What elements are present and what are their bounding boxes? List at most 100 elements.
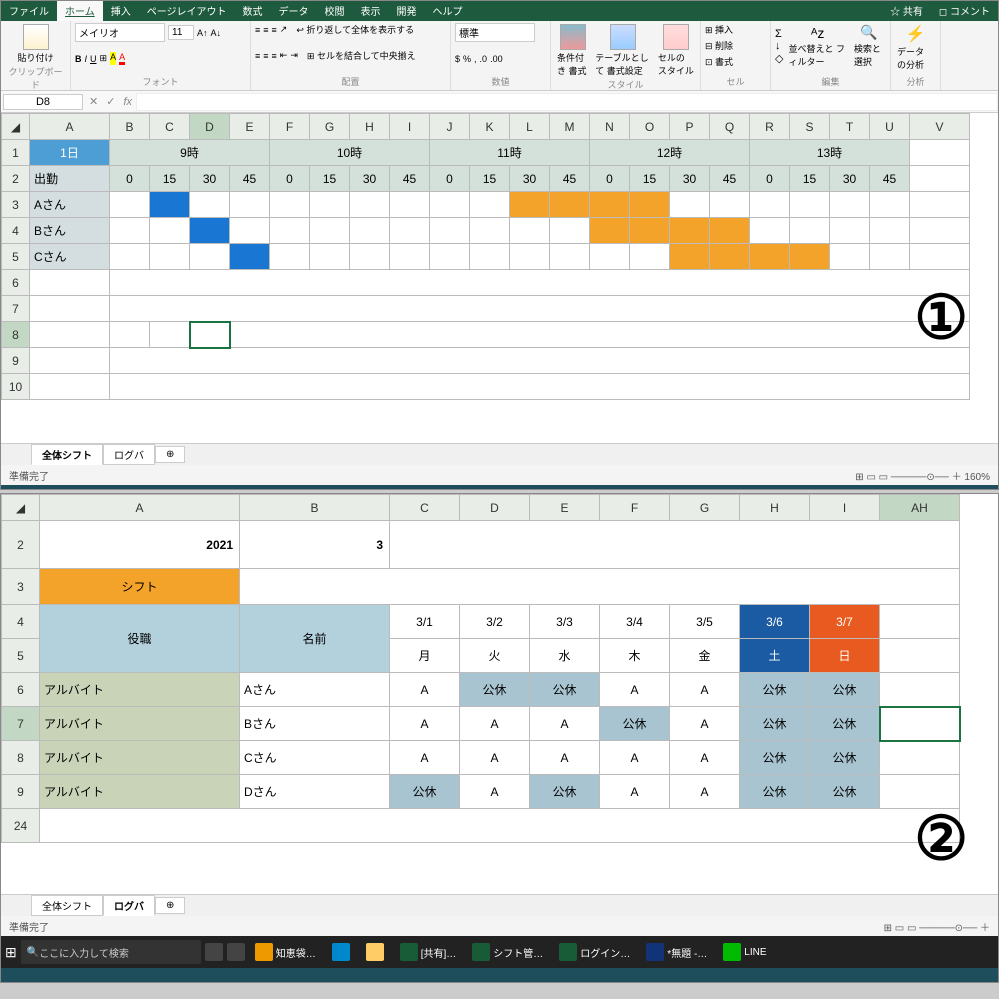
- col-header[interactable]: C: [150, 114, 190, 140]
- name-value[interactable]: Dさん: [240, 775, 390, 809]
- shift-block[interactable]: [590, 192, 630, 218]
- tab-page-layout[interactable]: ページレイアウト: [139, 1, 235, 21]
- off-cell[interactable]: 公休: [810, 673, 880, 707]
- minute-cell[interactable]: 45: [390, 166, 430, 192]
- task-view-icon[interactable]: [205, 943, 223, 961]
- date-cell-sun[interactable]: 3/7: [810, 605, 880, 639]
- taskbar-item[interactable]: [共有]…: [394, 941, 463, 963]
- row-header[interactable]: 7: [2, 296, 30, 322]
- col-header[interactable]: G: [670, 495, 740, 521]
- role-header[interactable]: 役職: [40, 605, 240, 673]
- row-header[interactable]: 3: [2, 192, 30, 218]
- taskbar-item[interactable]: *無題 -…: [640, 941, 713, 963]
- delete-cells-button[interactable]: ⊟ 削除: [705, 39, 733, 52]
- shift-cell[interactable]: A: [460, 741, 530, 775]
- shift-cell[interactable]: A: [530, 741, 600, 775]
- currency-icon[interactable]: $: [455, 54, 460, 64]
- hour-header[interactable]: 10時: [270, 140, 430, 166]
- number-format-select[interactable]: 標準: [455, 23, 535, 42]
- row-header[interactable]: 1: [2, 140, 30, 166]
- select-all-corner[interactable]: ◢: [2, 495, 40, 521]
- year-cell[interactable]: 2021: [40, 521, 240, 569]
- role-value[interactable]: アルバイト: [40, 741, 240, 775]
- col-header[interactable]: K: [470, 114, 510, 140]
- taskbar-item-edge[interactable]: [326, 941, 356, 963]
- align-left-icon[interactable]: ≡: [255, 51, 260, 61]
- col-header[interactable]: H: [350, 114, 390, 140]
- col-header[interactable]: E: [230, 114, 270, 140]
- col-header[interactable]: T: [830, 114, 870, 140]
- sheet-tab-zentai[interactable]: 全体シフト: [31, 444, 103, 465]
- off-cell[interactable]: 公休: [810, 707, 880, 741]
- active-cell[interactable]: [880, 707, 960, 741]
- off-cell[interactable]: 公休: [530, 775, 600, 809]
- name-value[interactable]: Cさん: [240, 741, 390, 775]
- find-select-button[interactable]: 🔍検索と 選択: [852, 23, 886, 69]
- name-box[interactable]: D8: [3, 94, 83, 110]
- row-header[interactable]: 24: [2, 809, 40, 843]
- comment-button[interactable]: ◻ コメント: [931, 1, 998, 21]
- tab-formulas[interactable]: 数式: [235, 1, 271, 21]
- taskbar-item[interactable]: シフト管…: [466, 941, 549, 963]
- new-sheet-button[interactable]: ⊕: [155, 897, 185, 914]
- app-icon[interactable]: [227, 943, 245, 961]
- indent-inc-icon[interactable]: ⇥: [290, 50, 298, 61]
- role-value[interactable]: アルバイト: [40, 707, 240, 741]
- shift-block[interactable]: [670, 218, 710, 244]
- minute-cell[interactable]: 45: [550, 166, 590, 192]
- off-cell[interactable]: 公休: [460, 673, 530, 707]
- col-header[interactable]: G: [310, 114, 350, 140]
- date-cell[interactable]: 3/1: [390, 605, 460, 639]
- shift-block[interactable]: [710, 218, 750, 244]
- month-cell[interactable]: 3: [240, 521, 390, 569]
- shift-heading[interactable]: シフト: [40, 569, 240, 605]
- shift-block[interactable]: [590, 218, 630, 244]
- row-header[interactable]: 2: [2, 166, 30, 192]
- taskbar-item[interactable]: ログイン…: [553, 941, 636, 963]
- col-header[interactable]: AH: [880, 495, 960, 521]
- cell-style-button[interactable]: セルの スタイル: [656, 23, 696, 78]
- indent-dec-icon[interactable]: ⇤: [280, 50, 288, 61]
- col-header[interactable]: P: [670, 114, 710, 140]
- col-header[interactable]: B: [240, 495, 390, 521]
- formula-input[interactable]: [136, 93, 998, 111]
- underline-button[interactable]: U: [90, 54, 97, 64]
- minute-cell[interactable]: 0: [270, 166, 310, 192]
- name-value[interactable]: Bさん: [240, 707, 390, 741]
- select-all-corner[interactable]: ◢: [2, 114, 30, 140]
- minute-cell[interactable]: 0: [430, 166, 470, 192]
- off-cell[interactable]: 公休: [390, 775, 460, 809]
- weekday-cell[interactable]: 火: [460, 639, 530, 673]
- shift-block[interactable]: [750, 244, 790, 270]
- enter-formula-icon[interactable]: ✓: [102, 95, 119, 108]
- orientation-icon[interactable]: ↗: [280, 24, 288, 35]
- row-header[interactable]: 6: [2, 673, 40, 707]
- paste-button[interactable]: 貼り付け: [5, 23, 66, 65]
- hour-header[interactable]: 9時: [110, 140, 270, 166]
- shift-cell[interactable]: A: [600, 741, 670, 775]
- off-cell[interactable]: 公休: [530, 673, 600, 707]
- shift-cell[interactable]: A: [670, 741, 740, 775]
- border-button[interactable]: ⊞: [100, 53, 108, 64]
- tab-review[interactable]: 校閲: [317, 1, 353, 21]
- date-cell[interactable]: 3/5: [670, 605, 740, 639]
- off-cell[interactable]: 公休: [600, 707, 670, 741]
- minute-cell[interactable]: 30: [350, 166, 390, 192]
- minute-cell[interactable]: 15: [310, 166, 350, 192]
- tab-help[interactable]: ヘルプ: [425, 1, 471, 21]
- spreadsheet-grid-bottom[interactable]: ◢ A B C D E F G H I AH 2 2021 3 3 シフト: [1, 494, 998, 894]
- hour-header[interactable]: 12時: [590, 140, 750, 166]
- person-cell[interactable]: Cさん: [30, 244, 110, 270]
- bold-button[interactable]: B: [75, 54, 82, 64]
- minute-cell[interactable]: 45: [710, 166, 750, 192]
- date-cell-sat[interactable]: 3/6: [740, 605, 810, 639]
- weekday-cell-sat[interactable]: 土: [740, 639, 810, 673]
- col-header[interactable]: Q: [710, 114, 750, 140]
- table-format-button[interactable]: テーブルとして 書式設定: [593, 23, 653, 78]
- shift-cell[interactable]: A: [460, 775, 530, 809]
- format-cells-button[interactable]: ⊡ 書式: [705, 55, 733, 68]
- minute-cell[interactable]: 0: [750, 166, 790, 192]
- tab-data[interactable]: データ: [271, 1, 317, 21]
- row-header[interactable]: 9: [2, 775, 40, 809]
- minute-cell[interactable]: 0: [110, 166, 150, 192]
